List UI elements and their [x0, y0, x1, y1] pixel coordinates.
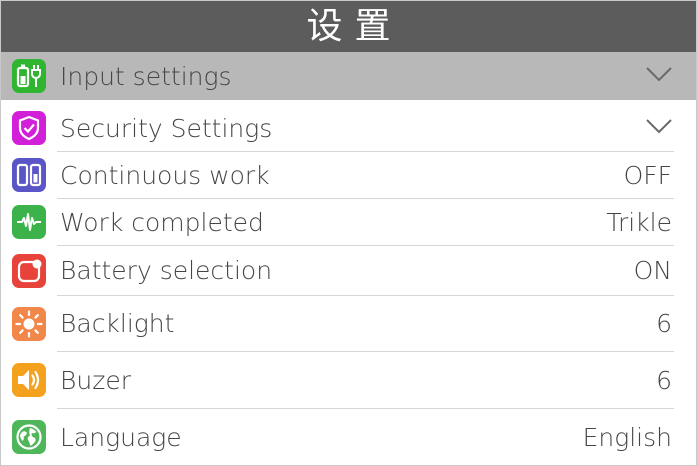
waveform-icon [12, 205, 46, 239]
setting-label: Battery selection [60, 256, 273, 285]
setting-row-input-settings[interactable]: Input settings [1, 52, 696, 100]
setting-value: OFF [623, 160, 672, 190]
setting-value: ON [633, 256, 672, 285]
setting-value: Trikle [606, 207, 672, 237]
speaker-icon [12, 363, 46, 397]
setting-label: Input settings [60, 61, 232, 91]
setting-label: Continuous work [60, 160, 270, 190]
setting-value: 6 [656, 365, 672, 395]
setting-row-work-completed[interactable]: Work completed Trikle [1, 199, 696, 245]
setting-row-language[interactable]: Language English [1, 409, 696, 465]
settings-screen: 设置 Input settings Security Settings Cont… [0, 0, 697, 466]
sun-icon [12, 306, 46, 341]
power-plug-icon [12, 59, 46, 93]
setting-row-battery-selection[interactable]: Battery selection ON [1, 246, 696, 295]
setting-label: Language [60, 422, 182, 452]
title-bar: 设置 [1, 1, 696, 52]
page-title: 设置 [306, 5, 403, 47]
chevron-down-icon[interactable] [646, 118, 672, 138]
setting-row-security-settings[interactable]: Security Settings [1, 104, 696, 152]
setting-label: Work completed [60, 207, 264, 237]
battery-pair-icon [12, 158, 46, 192]
setting-value: 6 [656, 309, 672, 338]
setting-row-backlight[interactable]: Backlight 6 [1, 296, 696, 351]
shield-icon [12, 111, 46, 145]
chevron-down-icon[interactable] [646, 66, 672, 86]
setting-label: Security Settings [60, 113, 273, 143]
setting-value: English [582, 422, 672, 452]
battery-select-icon [12, 253, 46, 288]
setting-row-continuous-work[interactable]: Continuous work OFF [1, 152, 696, 198]
setting-row-buzer[interactable]: Buzer 6 [1, 352, 696, 408]
setting-label: Buzer [60, 365, 131, 395]
globe-icon [12, 420, 46, 454]
setting-label: Backlight [60, 309, 175, 338]
